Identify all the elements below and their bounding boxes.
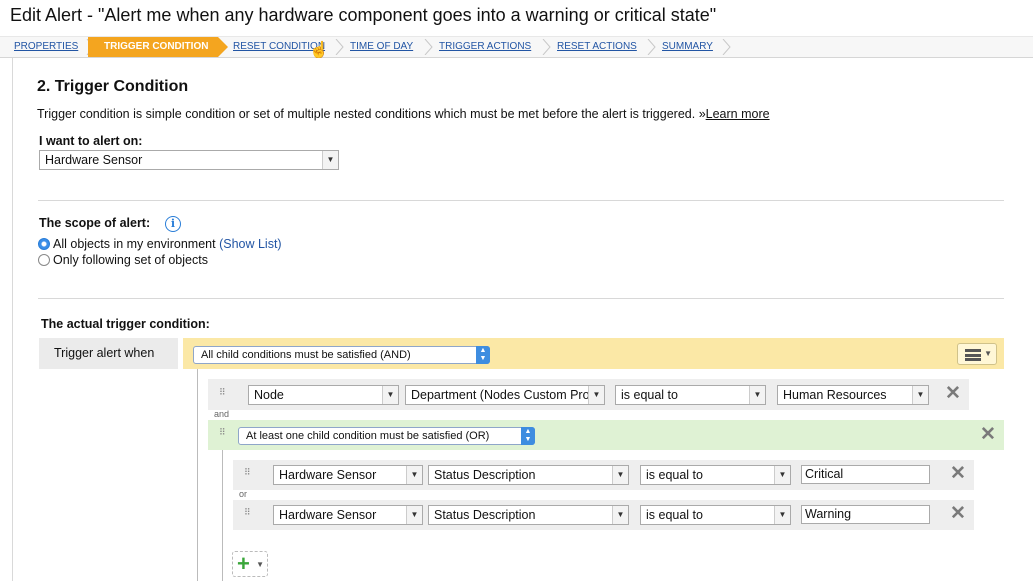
drag-handle-icon[interactable]: ⠿ [244,468,252,480]
caret-down-icon: ▼ [256,560,264,569]
conjunction-and: and [214,409,230,419]
group-menu-button[interactable]: ▼ [957,343,997,365]
value-select[interactable]: Human Resources ▼ [777,385,929,405]
field-select[interactable]: Department (Nodes Custom Prop ▼ [405,385,605,405]
wizard-steps: PROPERTIES TRIGGER CONDITION RESET CONDI… [0,36,1033,58]
remove-group-icon[interactable]: ✕ [980,425,996,444]
drag-handle-icon[interactable]: ⠿ [219,428,227,440]
alert-on-value: Hardware Sensor [45,153,143,167]
step-trigger-actions[interactable]: TRIGGER ACTIONS [435,37,531,57]
field-value: Department (Nodes Custom Prop [411,388,597,402]
page-title: Edit Alert - "Alert me when any hardware… [10,5,717,25]
hamburger-icon [965,349,981,361]
step-properties[interactable]: PROPERTIES [10,37,78,57]
field-value: Status Description [434,468,536,482]
object-value: Hardware Sensor [279,468,377,482]
operator-select[interactable]: is equal to ▼ [615,385,766,405]
chevron-down-icon: ▼ [406,506,422,524]
chevron-right-icon [424,39,433,55]
scope-option-following-label: Only following set of objects [53,253,208,267]
remove-condition-icon[interactable]: ✕ [950,464,966,483]
object-select[interactable]: Node ▼ [248,385,399,405]
step-reset-actions[interactable]: RESET ACTIONS [553,37,637,57]
operator-value: is equal to [646,508,703,522]
updown-icon: ▲ ▼ [521,427,535,445]
chevron-down-icon: ▼ [774,506,790,524]
chevron-down-icon: ▼ [774,466,790,484]
chevron-right-icon [542,39,551,55]
tree-line [197,369,198,581]
group-logic-value: At least one child condition must be sat… [246,430,490,442]
chevron-right-icon [722,39,731,55]
field-value: Status Description [434,508,536,522]
learn-more-prefix: » [698,107,706,121]
radio-unselected-icon[interactable] [38,254,50,266]
chevron-down-icon: ▼ [382,386,398,404]
value-text: Human Resources [783,388,887,402]
alert-on-select[interactable]: Hardware Sensor ▼ [39,150,339,170]
hand-cursor-icon: ☝ [309,42,329,59]
step-trigger-condition[interactable]: TRIGGER CONDITION [88,37,229,57]
chevron-right-icon [647,39,656,55]
chevron-down-icon: ▼ [322,151,338,169]
chevron-down-icon: ▼ [612,506,628,524]
divider [38,200,1004,201]
divider [38,298,1004,299]
trigger-condition-label: The actual trigger condition: [41,317,210,331]
chevron-down-icon: ▼ [406,466,422,484]
tree-line [222,450,223,581]
object-value: Node [254,388,284,402]
scope-option-all[interactable]: All objects in my environment (Show List… [38,237,282,251]
value-input[interactable]: Warning [801,505,930,524]
step-time-of-day[interactable]: TIME OF DAY [346,37,413,57]
radio-selected-icon[interactable] [38,238,50,250]
updown-icon: ▲ ▼ [476,346,490,364]
section-description: Trigger condition is simple condition or… [37,107,770,121]
object-select[interactable]: Hardware Sensor ▼ [273,465,423,485]
field-select[interactable]: Status Description ▼ [428,505,629,525]
step-summary[interactable]: SUMMARY [658,37,713,57]
field-select[interactable]: Status Description ▼ [428,465,629,485]
add-condition-button[interactable]: + ▼ [232,551,268,577]
operator-select[interactable]: is equal to ▼ [640,465,791,485]
scope-label: The scope of alert: [39,216,151,230]
remove-condition-icon[interactable]: ✕ [950,504,966,523]
drag-handle-icon[interactable]: ⠿ [244,508,252,520]
alert-on-label: I want to alert on: [39,134,143,148]
root-logic-select[interactable]: All child conditions must be satisfied (… [193,346,490,364]
operator-select[interactable]: is equal to ▼ [640,505,791,525]
group-logic-select[interactable]: At least one child condition must be sat… [238,427,535,445]
learn-more-link[interactable]: Learn more [706,107,770,121]
scope-option-following[interactable]: Only following set of objects [38,253,208,267]
description-text: Trigger condition is simple condition or… [37,107,696,121]
root-logic-value: All child conditions must be satisfied (… [201,349,411,361]
scope-option-all-label: All objects in my environment [53,237,216,251]
chevron-down-icon: ▼ [749,386,765,404]
chevron-down-icon: ▼ [588,386,604,404]
operator-value: is equal to [646,468,703,482]
drag-handle-icon[interactable]: ⠿ [219,388,227,400]
caret-down-icon: ▼ [984,349,992,358]
chevron-down-icon: ▼ [612,466,628,484]
value-input[interactable]: Critical [801,465,930,484]
remove-condition-icon[interactable]: ✕ [945,384,961,403]
chevron-down-icon: ▼ [912,386,928,404]
section-heading: 2. Trigger Condition [37,78,189,95]
chevron-right-icon [335,39,344,55]
trigger-when-label: Trigger alert when [39,338,178,369]
object-select[interactable]: Hardware Sensor ▼ [273,505,423,525]
info-icon[interactable]: i [165,216,181,232]
object-value: Hardware Sensor [279,508,377,522]
operator-value: is equal to [621,388,678,402]
plus-icon: + [237,551,250,576]
show-list-link[interactable]: (Show List) [219,237,282,251]
conjunction-or: or [239,489,248,499]
